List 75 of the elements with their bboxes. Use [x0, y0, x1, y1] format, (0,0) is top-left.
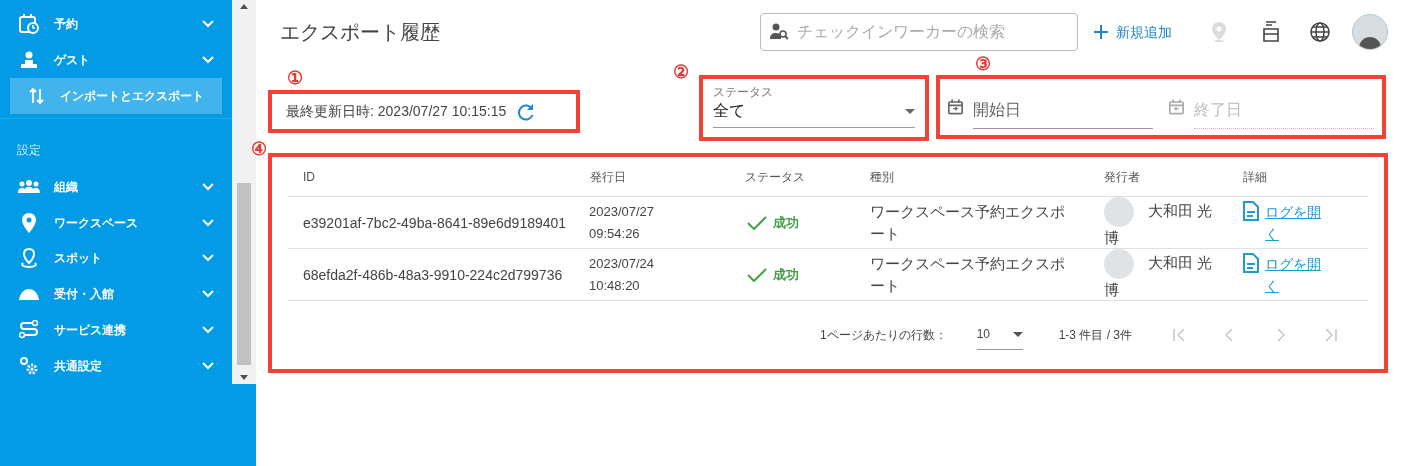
chevron-down-icon [202, 55, 214, 64]
scrollbar-thumb[interactable] [237, 183, 251, 365]
table-cell-text: 2023/07/24 10:48:20 [589, 254, 656, 295]
route-icon [19, 320, 39, 341]
location-pin-icon [22, 212, 36, 233]
chevron-down-icon [202, 182, 214, 191]
annotation-number: ② [673, 61, 689, 84]
location-pin-icon[interactable] [1212, 22, 1226, 42]
column-header: 発行者 [1103, 168, 1141, 186]
sidebar-item[interactable]: 受付・入館 [0, 276, 232, 313]
column-header: 種別 [870, 168, 896, 186]
issuer-cell: 大和田 光博 [1103, 248, 1244, 301]
sidebar-item[interactable]: 共通設定 [0, 348, 232, 384]
sidebar-item[interactable]: インポートとエクスポート [10, 77, 222, 114]
document-icon [1243, 200, 1260, 221]
plus-icon [1094, 25, 1108, 39]
calendar-icon[interactable] [948, 98, 963, 116]
table-cell-text: 68efda2f-486b-48a3-9910-224c2d799736 [303, 265, 564, 285]
building-exit-icon[interactable] [1262, 21, 1280, 43]
rows-per-page-select[interactable]: 10 [976, 319, 1023, 350]
page-title: エクスポート履歴 [280, 20, 440, 45]
scroll-up-icon[interactable] [240, 4, 248, 9]
column-header: 発行日 [589, 168, 627, 186]
globe-icon[interactable] [1310, 22, 1330, 42]
start-date-field[interactable]: 開始日 [973, 91, 1153, 129]
column-header: 詳細 [1243, 168, 1269, 186]
annotation-number: ③ [975, 53, 991, 76]
dropdown-caret-icon [905, 108, 915, 114]
column-header: ステータス [744, 168, 806, 186]
annotation-number: ① [287, 67, 303, 90]
chevron-down-icon [202, 218, 214, 227]
rows-per-page-label: 1ページあたりの行数： [819, 326, 947, 344]
status-success: 成功 [747, 263, 800, 286]
sidebar-item[interactable]: 組織 [0, 168, 232, 205]
sidebar-item[interactable]: ワークスペース [0, 204, 232, 241]
status-select[interactable]: ステータス 全て [713, 85, 915, 128]
check-icon [747, 215, 768, 230]
person-desk-icon [20, 50, 38, 69]
first-page-icon [1172, 326, 1188, 343]
sidebar-item[interactable]: 予約 [0, 6, 232, 42]
document-icon [1243, 252, 1260, 273]
calendar-clock-icon [19, 13, 39, 34]
chevron-down-icon [202, 326, 214, 335]
sidebar-item[interactable]: サービス連携 [0, 312, 232, 349]
chevron-down-icon [202, 254, 214, 263]
chevron-down-icon [202, 290, 214, 299]
chevron-down-icon [202, 19, 214, 28]
user-search-icon [770, 23, 790, 41]
status-success: 成功 [747, 211, 800, 234]
issuer-cell: 大和田 光博 [1103, 196, 1244, 249]
annotation-number: ④ [251, 138, 267, 161]
import-export-icon [29, 86, 45, 105]
people-group-icon [18, 179, 40, 194]
open-log-link[interactable]: ログを開く [1265, 252, 1333, 297]
user-avatar[interactable] [1352, 14, 1388, 50]
last-page-icon [1322, 326, 1338, 343]
chevron-down-icon [202, 362, 214, 371]
dropdown-caret-icon [1012, 331, 1023, 337]
last-updated-text: 最終更新日時: 2023/07/27 10:15:15 [286, 102, 507, 121]
scroll-down-icon[interactable] [240, 375, 248, 380]
gears-icon [19, 356, 39, 377]
open-log-link[interactable]: ログを開く [1265, 200, 1333, 245]
sidebar-item[interactable]: スポット [0, 240, 232, 277]
map-pin-icon [21, 248, 37, 269]
search-field[interactable]: チェックインワーカーの検索 [760, 13, 1078, 51]
table-cell-text: ワークスペース予約エクスポート [870, 201, 1067, 244]
table-cell-text: e39201af-7bc2-49ba-8641-89e6d9189401 [303, 213, 568, 233]
add-new-button[interactable]: 新規追加 [1092, 14, 1174, 50]
check-icon [747, 267, 768, 282]
column-header: ID [303, 168, 316, 186]
sidebar-item[interactable]: ゲスト [0, 41, 232, 78]
table-cell-text: ワークスペース予約エクスポート [870, 253, 1067, 296]
service-bell-icon [18, 287, 40, 302]
table-cell-text: 2023/07/27 09:54:26 [589, 202, 656, 243]
page-range-text: 1-3 件目 / 3件 [1058, 326, 1132, 344]
